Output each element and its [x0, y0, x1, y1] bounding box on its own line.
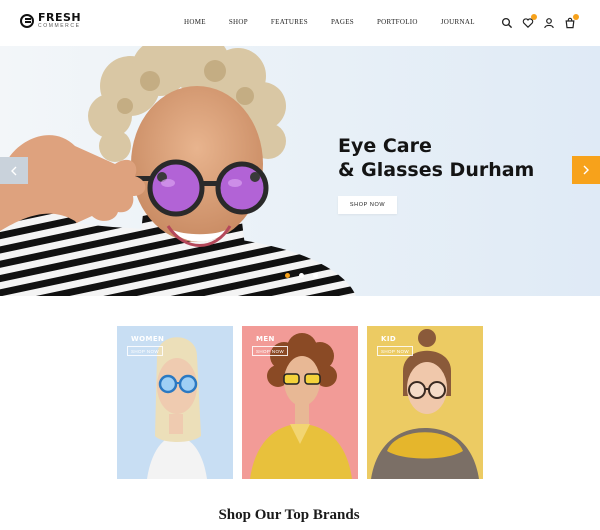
category-men-label: MEN	[256, 335, 275, 343]
hero-title-line-2: & Glasses Durham	[338, 159, 535, 181]
logo[interactable]: FRESH COMMERCE	[20, 12, 81, 29]
nav-portfolio[interactable]: PORTFOLIO	[377, 18, 418, 26]
category-women-card[interactable]: WOMEN SHOP NOW	[117, 326, 233, 479]
header-actions	[492, 14, 579, 29]
hero-model-image	[0, 46, 356, 296]
hero-title-line-1: Eye Care	[338, 135, 432, 157]
slider-prev-button[interactable]	[0, 157, 28, 184]
logo-icon	[20, 13, 34, 28]
cart-badge	[573, 14, 579, 20]
chevron-left-icon	[11, 166, 17, 175]
slider-dot-1[interactable]	[285, 273, 290, 278]
hero-title: Eye Care & Glasses Durham	[338, 134, 558, 182]
search-icon[interactable]	[501, 17, 513, 29]
category-women-label: WOMEN	[131, 335, 165, 343]
slider-dot-3[interactable]	[313, 273, 318, 278]
category-men-card[interactable]: MEN SHOP NOW	[242, 326, 358, 479]
nav-shop[interactable]: SHOP	[229, 18, 248, 26]
main-nav: HOME SHOP FEATURES PAGES PORTFOLIO JOURN…	[184, 18, 498, 26]
hero-slider: Eye Care & Glasses Durham SHOP NOW	[0, 46, 600, 296]
category-kid-shop-button[interactable]: SHOP NOW	[377, 346, 413, 356]
section-title-top-brands: Shop Our Top Brands	[218, 507, 360, 523]
nav-home[interactable]: HOME	[184, 18, 206, 26]
hero-shop-now-button[interactable]: SHOP NOW	[338, 196, 397, 214]
nav-journal[interactable]: JOURNAL	[441, 18, 475, 26]
category-kid-card[interactable]: KID SHOP NOW	[367, 326, 483, 479]
slider-dot-2[interactable]	[299, 273, 304, 278]
category-women-shop-button[interactable]: SHOP NOW	[127, 346, 163, 356]
cart-icon[interactable]	[564, 14, 579, 29]
chevron-right-icon	[583, 165, 589, 175]
nav-pages[interactable]: PAGES	[331, 18, 354, 26]
logo-title: FRESH	[38, 11, 82, 24]
nav-features[interactable]: FEATURES	[271, 18, 308, 26]
user-icon[interactable]	[543, 17, 555, 29]
site-header: FRESH COMMERCE HOME SHOP FEATURES PAGES …	[0, 0, 600, 46]
category-men-shop-button[interactable]: SHOP NOW	[252, 346, 288, 356]
wishlist-badge	[531, 14, 537, 20]
logo-tagline: COMMERCE	[38, 23, 81, 29]
slider-dots	[285, 273, 327, 278]
wishlist-heart-icon[interactable]	[522, 14, 537, 29]
slider-next-button[interactable]	[572, 156, 600, 184]
category-kid-label: KID	[381, 335, 397, 343]
